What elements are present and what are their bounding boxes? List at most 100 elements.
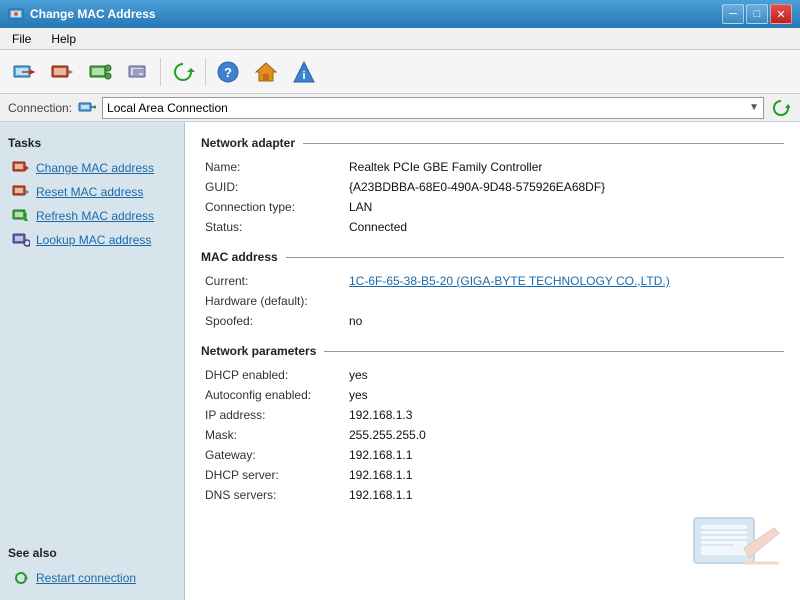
- toolbar-separator-2: [205, 58, 206, 86]
- lookup-mac-label: Lookup MAC address: [36, 233, 151, 247]
- connection-type-label: Connection type:: [205, 198, 345, 216]
- sidebar-item-change-mac[interactable]: Change MAC address: [8, 156, 176, 180]
- menu-file[interactable]: File: [4, 30, 39, 48]
- tasks-title: Tasks: [8, 136, 176, 150]
- current-mac-label: Current:: [205, 272, 345, 290]
- menu-help[interactable]: Help: [43, 30, 84, 48]
- minimize-button[interactable]: ─: [722, 4, 744, 24]
- options-toolbar-button[interactable]: [120, 55, 156, 89]
- mask-value: 255.255.255.0: [349, 426, 784, 444]
- dns-servers-label: DNS servers:: [205, 486, 345, 504]
- spoofed-value: no: [349, 312, 784, 330]
- svg-text:i: i: [302, 70, 305, 82]
- menu-bar: File Help: [0, 28, 800, 50]
- sidebar-item-refresh-mac[interactable]: Refresh MAC address: [8, 204, 176, 228]
- connection-refresh-icon: [772, 99, 790, 117]
- app-icon: [8, 6, 24, 22]
- gateway-label: Gateway:: [205, 446, 345, 464]
- autoconfig-value: yes: [349, 386, 784, 404]
- refresh-toolbar-button[interactable]: [165, 55, 201, 89]
- status-value: Connected: [349, 218, 784, 236]
- help-icon: ?: [216, 60, 240, 84]
- window-title: Change MAC Address: [30, 7, 156, 21]
- dhcp-server-value: 192.168.1.1: [349, 466, 784, 484]
- network-adapter-section-header: Network adapter: [201, 136, 784, 150]
- change-mac-icon: [12, 60, 36, 84]
- connection-bar: Connection: Local Area Connection ▼: [0, 94, 800, 122]
- guid-value: {A23BDBBA-68E0-490A-9D48-575926EA68DF}: [349, 178, 784, 196]
- sidebar-item-reset-mac[interactable]: Reset MAC address: [8, 180, 176, 204]
- name-value: Realtek PCIe GBE Family Controller: [349, 158, 784, 176]
- mac-address-section-line: [286, 257, 784, 258]
- network-adapter-grid: Name: Realtek PCIe GBE Family Controller…: [201, 158, 784, 236]
- restart-connection-label: Restart connection: [36, 571, 136, 585]
- reset-mac-sidebar-icon: [12, 183, 30, 201]
- connection-dropdown[interactable]: Local Area Connection ▼: [102, 97, 764, 119]
- change-mac-toolbar-button[interactable]: [6, 55, 42, 89]
- maximize-button[interactable]: □: [746, 4, 768, 24]
- current-mac-value[interactable]: 1C-6F-65-38-B5-20 (GIGA-BYTE TECHNOLOGY …: [349, 272, 784, 290]
- dns-servers-value: 192.168.1.1: [349, 486, 784, 504]
- change-mac-sidebar-icon: [12, 159, 30, 177]
- watermark-area: [201, 518, 784, 578]
- toolbar: ? i: [0, 50, 800, 94]
- network-params-section-header: Network parameters: [201, 344, 784, 358]
- reset-mac-label: Reset MAC address: [36, 185, 143, 199]
- sidebar-bottom: See also Restart connection: [8, 538, 176, 590]
- network-params-title: Network parameters: [201, 344, 316, 358]
- network-adapters-icon: [88, 60, 112, 84]
- connection-refresh-button[interactable]: [770, 97, 792, 119]
- connection-label: Connection:: [8, 101, 72, 115]
- connection-type-value: LAN: [349, 198, 784, 216]
- network-adapter-title: Network adapter: [201, 136, 295, 150]
- home-toolbar-button[interactable]: [248, 55, 284, 89]
- mac-address-title: MAC address: [201, 250, 278, 264]
- sidebar-item-lookup-mac[interactable]: Lookup MAC address: [8, 228, 176, 252]
- gateway-value: 192.168.1.1: [349, 446, 784, 464]
- dhcp-enabled-label: DHCP enabled:: [205, 366, 345, 384]
- spoofed-label: Spoofed:: [205, 312, 345, 330]
- network-adapters-toolbar-button[interactable]: [82, 55, 118, 89]
- home-icon: [254, 60, 278, 84]
- connection-network-icon: [78, 101, 96, 115]
- title-bar-controls: ─ □ ✕: [722, 4, 792, 24]
- sidebar-item-restart-connection[interactable]: Restart connection: [8, 566, 176, 590]
- mac-address-grid: Current: 1C-6F-65-38-B5-20 (GIGA-BYTE TE…: [201, 272, 784, 330]
- connection-value: Local Area Connection: [107, 101, 228, 115]
- mac-address-section-header: MAC address: [201, 250, 784, 264]
- guid-label: GUID:: [205, 178, 345, 196]
- title-bar: Change MAC Address ─ □ ✕: [0, 0, 800, 28]
- hardware-mac-value: [349, 292, 784, 310]
- autoconfig-label: Autoconfig enabled:: [205, 386, 345, 404]
- title-bar-left: Change MAC Address: [8, 6, 156, 22]
- info-icon: i: [292, 60, 316, 84]
- options-icon: [126, 60, 150, 84]
- reset-mac-icon: [50, 60, 74, 84]
- help-toolbar-button[interactable]: ?: [210, 55, 246, 89]
- svg-text:?: ?: [224, 65, 232, 80]
- refresh-icon: [171, 60, 195, 84]
- refresh-mac-sidebar-icon: [12, 207, 30, 225]
- status-label: Status:: [205, 218, 345, 236]
- refresh-mac-label: Refresh MAC address: [36, 209, 154, 223]
- main-layout: Tasks Change MAC address Reset MAC addre…: [0, 122, 800, 600]
- dropdown-arrow-icon: ▼: [749, 102, 759, 113]
- see-also-title: See also: [8, 546, 176, 560]
- lookup-mac-sidebar-icon: [12, 231, 30, 249]
- dhcp-enabled-value: yes: [349, 366, 784, 384]
- sidebar: Tasks Change MAC address Reset MAC addre…: [0, 122, 185, 600]
- hardware-mac-label: Hardware (default):: [205, 292, 345, 310]
- content-area: Network adapter Name: Realtek PCIe GBE F…: [185, 122, 800, 600]
- close-button[interactable]: ✕: [770, 4, 792, 24]
- toolbar-separator-1: [160, 58, 161, 86]
- info-toolbar-button[interactable]: i: [286, 55, 322, 89]
- dhcp-server-label: DHCP server:: [205, 466, 345, 484]
- ip-address-value: 192.168.1.3: [349, 406, 784, 424]
- name-label: Name:: [205, 158, 345, 176]
- reset-mac-toolbar-button[interactable]: [44, 55, 80, 89]
- network-adapter-section-line: [303, 143, 784, 144]
- change-mac-label: Change MAC address: [36, 161, 154, 175]
- ip-address-label: IP address:: [205, 406, 345, 424]
- restart-connection-sidebar-icon: [12, 569, 30, 587]
- mask-label: Mask:: [205, 426, 345, 444]
